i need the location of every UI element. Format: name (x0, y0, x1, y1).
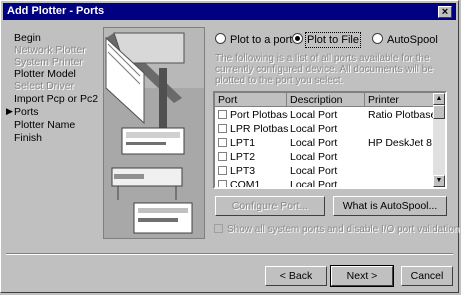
step-network-plotter: Network Plotter (14, 44, 86, 56)
plotter-illustration (103, 27, 205, 239)
radio-plot-to-port-indicator[interactable] (215, 33, 226, 44)
step-begin: Begin (14, 32, 41, 44)
show-all-ports-checkbox[interactable]: Show all system ports and disable I/O po… (214, 224, 459, 235)
radio-plot-to-port-label: Plot to a port (230, 34, 293, 46)
ports-list[interactable]: Port Description Printer Port Plotbase L… (213, 91, 447, 189)
table-row[interactable]: COM1 Local Port (215, 178, 435, 189)
table-row[interactable]: LPR Plotbase Local Port (215, 122, 435, 136)
port-name: COM1 (230, 179, 261, 189)
step-plotter-model: Plotter Model (14, 68, 76, 80)
table-row[interactable]: LPT2 Local Port (215, 150, 435, 164)
scroll-thumb[interactable] (433, 105, 445, 119)
radio-autospool[interactable]: AutoSpool (372, 33, 438, 46)
port-name: LPR Plotbase (230, 123, 288, 135)
column-header-printer[interactable]: Printer (365, 93, 435, 107)
port-description: Local Port (290, 179, 338, 189)
show-all-ports-label: Show all system ports and disable I/O po… (227, 224, 460, 235)
port-description: Local Port (290, 123, 338, 135)
port-checkbox[interactable] (218, 110, 227, 119)
port-checkbox[interactable] (218, 124, 227, 133)
next-button[interactable]: Next > (330, 265, 394, 287)
ports-list-header: Port Description Printer (215, 93, 435, 107)
step-system-printer: System Printer (14, 56, 83, 68)
port-checkbox[interactable] (218, 180, 227, 187)
back-button[interactable]: < Back (265, 266, 327, 286)
port-printer: Ratio Plotbase... (368, 109, 435, 121)
dialog-title: Add Plotter - Ports (7, 5, 105, 17)
ports-list-scrollbar[interactable]: ▲ ▼ (433, 93, 445, 187)
what-is-autospool-button[interactable]: What is AutoSpool... (333, 196, 447, 216)
radio-plot-to-port[interactable]: Plot to a port (215, 33, 292, 46)
step-ports: Ports (14, 106, 39, 118)
port-checkbox[interactable] (218, 166, 227, 175)
port-description: Local Port (290, 151, 338, 163)
port-checkbox[interactable] (218, 138, 227, 147)
port-name: LPT2 (230, 151, 256, 163)
port-description: Local Port (290, 109, 338, 121)
port-description: Local Port (290, 165, 338, 177)
configure-port-button[interactable]: Configure Port... (215, 196, 325, 216)
radio-autospool-label: AutoSpool (387, 34, 438, 46)
column-header-port[interactable]: Port (215, 93, 287, 107)
table-row[interactable]: LPT3 Local Port (215, 164, 435, 178)
radio-plot-to-file-indicator[interactable] (292, 33, 303, 44)
scroll-up-icon[interactable]: ▲ (433, 93, 445, 105)
plotter-illustration-image (104, 28, 204, 238)
step-finish: Finish (14, 132, 43, 144)
scroll-down-icon[interactable]: ▼ (433, 175, 445, 187)
step-plotter-name: Plotter Name (14, 119, 76, 131)
title-bar: Add Plotter - Ports × (3, 3, 456, 20)
port-checkbox[interactable] (218, 152, 227, 161)
table-row[interactable]: LPT1 Local Port HP DeskJet 8... (215, 136, 435, 150)
port-name: LPT1 (230, 137, 256, 149)
cancel-button[interactable]: Cancel (401, 266, 453, 286)
step-import-pcp: Import Pcp or Pc2 (14, 93, 99, 105)
radio-autospool-indicator[interactable] (372, 33, 383, 44)
radio-plot-to-file-label: Plot to File (305, 32, 361, 48)
column-header-description[interactable]: Description (287, 93, 365, 107)
table-row[interactable]: Port Plotbase Local Port Ratio Plotbase.… (215, 108, 435, 122)
close-button[interactable]: × (438, 6, 452, 18)
radio-plot-to-file[interactable]: Plot to File (292, 32, 361, 48)
port-name: Port Plotbase (230, 109, 288, 121)
port-printer: HP DeskJet 8... (368, 137, 435, 149)
footer-separator (6, 253, 453, 255)
show-all-ports-box[interactable] (214, 224, 223, 233)
port-name: LPT3 (230, 165, 256, 177)
ports-description: The following is a list of all ports ava… (215, 53, 433, 86)
port-description: Local Port (290, 137, 338, 149)
step-select-driver: Select Driver (14, 80, 75, 92)
